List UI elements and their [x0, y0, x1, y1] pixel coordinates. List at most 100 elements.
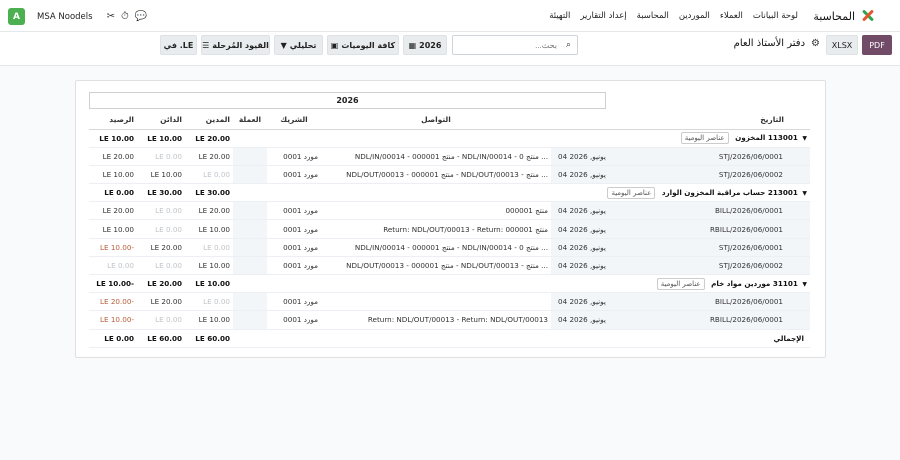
menu-customers[interactable]: العملاء — [720, 11, 743, 21]
line-ref: STJ/2026/06/0002 — [718, 169, 783, 179]
caret-down-icon[interactable]: ▼ — [802, 190, 807, 197]
analytic-filter-button[interactable]: ▼ تحليلي — [274, 35, 323, 55]
menu-dashboard[interactable]: لوحة البيانات — [753, 11, 798, 21]
group-label: ▼ 113001 المخزون عناصر اليومية — [321, 129, 810, 148]
line-date: 04 يونيو, 2026 — [558, 206, 606, 216]
book-icon: ▣ — [330, 40, 339, 50]
line-ref-date[interactable]: 04 يونيو, 2026 RBILL/2026/06/0001 — [551, 219, 810, 239]
line-ref-date[interactable]: 04 يونيو, 2026 STJ/2026/06/0001 — [551, 147, 810, 166]
line-debit: LE 0.00 — [185, 165, 233, 185]
menu-reporting[interactable]: إعداد التقارير — [580, 11, 626, 21]
user-avatar[interactable]: A — [8, 8, 25, 25]
table-header-row: الرصيد الدائن المدين العملة الشريك التوا… — [89, 111, 810, 130]
account-group-row[interactable]: LE 0.00 LE 30.00 LE 30.00 ▼ 213001 حساب … — [89, 183, 810, 203]
pdf-export-button[interactable]: PDF — [862, 35, 892, 55]
line-credit: LE 10.00 — [137, 165, 185, 185]
table-row[interactable]: LE 10.00 LE 0.00 LE 10.00 مورد 0001 Retu… — [89, 219, 810, 239]
table-row[interactable]: LE 10.00- LE 0.00 LE 10.00 مورد 0001 Ret… — [89, 310, 810, 330]
line-ref: STJ/2026/06/0002 — [718, 260, 783, 270]
line-ref: BILL/2026/06/0001 — [714, 206, 783, 216]
search-input[interactable] — [453, 36, 577, 54]
line-date: 04 يونيو, 2026 — [558, 315, 606, 325]
line-communication: NDL/OUT/00013 - منتج 000001 - NDL/OUT/00… — [321, 256, 551, 276]
line-date: 04 يونيو, 2026 — [558, 151, 606, 161]
total-credit: LE 60.00 — [137, 329, 185, 348]
journal-items-tag[interactable]: عناصر اليومية — [656, 277, 705, 290]
date-filter-label: 2026 — [419, 40, 442, 50]
period-header: 2026 — [89, 92, 606, 109]
group-account: 213001 حساب مراقبة المخزون الوارد — [661, 187, 798, 197]
account-group-row[interactable]: LE 10.00 LE 10.00 LE 20.00 ▼ 113001 المخ… — [89, 129, 810, 148]
journals-filter-button[interactable]: ▣ كافة اليوميات — [327, 35, 399, 55]
debug-tools-icon[interactable]: ✂ — [107, 11, 115, 22]
table-row[interactable]: LE 10.00- LE 20.00 LE 0.00 مورد 0001 NDL… — [89, 238, 810, 257]
table-row[interactable]: LE 20.00- LE 20.00 LE 0.00 مورد 0001 04 … — [89, 292, 810, 312]
activity-clock-icon[interactable]: ⏱ — [121, 11, 129, 22]
col-credit[interactable]: الدائن — [137, 111, 185, 130]
line-currency — [233, 256, 267, 276]
line-partner: مورد 0001 — [267, 147, 321, 166]
search-icon[interactable]: ⌕ — [566, 40, 571, 50]
search-box: ⌕ — [452, 35, 578, 55]
chat-messages-icon[interactable]: 💬 — [135, 11, 147, 22]
xlsx-export-button[interactable]: XLSX — [826, 35, 858, 55]
line-credit: LE 0.00 — [137, 256, 185, 276]
line-balance: LE 10.00 — [89, 165, 137, 185]
col-balance[interactable]: الرصيد — [89, 111, 137, 130]
group-account: 113001 المخزون — [735, 133, 798, 143]
date-filter-button[interactable]: ▦ 2026 — [403, 35, 447, 55]
menu-configuration[interactable]: التهيئة — [549, 11, 570, 21]
line-currency — [233, 310, 267, 330]
line-partner: مورد 0001 — [267, 219, 321, 239]
table-row[interactable]: LE 20.00 LE 0.00 LE 20.00 مورد 0001 منتج… — [89, 201, 810, 221]
col-currency[interactable]: العملة — [233, 111, 267, 130]
table-row[interactable]: LE 10.00 LE 10.00 LE 0.00 مورد 0001 NDL/… — [89, 165, 810, 185]
line-ref-date[interactable]: 04 يونيو, 2026 STJ/2026/06/0002 — [551, 165, 810, 185]
table-row[interactable]: LE 20.00 LE 0.00 LE 20.00 مورد 0001 NDL/… — [89, 147, 810, 166]
line-debit: LE 20.00 — [185, 201, 233, 221]
calendar-icon: ▦ — [408, 40, 417, 50]
line-partner: مورد 0001 — [267, 201, 321, 221]
line-ref-date[interactable]: 04 يونيو, 2026 STJ/2026/06/0001 — [551, 238, 810, 257]
col-date[interactable]: التاريخ — [551, 111, 810, 130]
line-credit: LE 0.00 — [137, 310, 185, 330]
line-ref-date[interactable]: 04 يونيو, 2026 STJ/2026/06/0002 — [551, 256, 810, 276]
group-currency — [233, 183, 267, 203]
menu-vendors[interactable]: الموردين — [679, 11, 710, 21]
line-credit: LE 0.00 — [137, 201, 185, 221]
group-credit: LE 10.00 — [137, 129, 185, 148]
line-ref-date[interactable]: 04 يونيو, 2026 RBILL/2026/06/0001 — [551, 310, 810, 330]
account-group-row[interactable]: LE 10.00- LE 20.00 LE 10.00 ▼ 31101 مورد… — [89, 274, 810, 294]
line-communication — [321, 292, 551, 312]
line-date: 04 يونيو, 2026 — [558, 260, 606, 270]
line-communication: NDL/OUT/00013 - منتج 000001 - NDL/OUT/00… — [321, 165, 551, 185]
line-communication: Return: NDL/OUT/00013 - Return: منتج 000… — [321, 219, 551, 239]
line-partner: مورد 0001 — [267, 292, 321, 312]
posted-entries-filter-button[interactable]: ☰ القيود المُرحلة — [201, 35, 270, 55]
line-ref-date[interactable]: 04 يونيو, 2026 BILL/2026/06/0001 — [551, 201, 810, 221]
line-date: 04 يونيو, 2026 — [558, 242, 606, 252]
line-balance: LE 10.00- — [89, 310, 137, 330]
journal-items-tag[interactable]: عناصر اليومية — [680, 132, 729, 145]
group-credit: LE 20.00 — [137, 274, 185, 294]
line-debit: LE 0.00 — [185, 292, 233, 312]
line-credit: LE 0.00 — [137, 219, 185, 239]
main-menu: لوحة البيانات العملاء الموردين المحاسبة … — [549, 11, 798, 21]
currency-filter-button[interactable]: في .LE — [160, 35, 197, 55]
caret-down-icon[interactable]: ▼ — [802, 135, 807, 142]
app-brand[interactable]: المحاسبة — [813, 8, 876, 24]
caret-down-icon[interactable]: ▼ — [802, 281, 807, 288]
table-row[interactable]: LE 0.00 LE 0.00 LE 10.00 مورد 0001 NDL/O… — [89, 256, 810, 276]
company-switcher[interactable]: MSA Noodels — [37, 12, 93, 22]
line-ref-date[interactable]: 04 يونيو, 2026 BILL/2026/06/0001 — [551, 292, 810, 312]
systray: A MSA Noodels ✂ ⏱ 💬 — [8, 8, 147, 25]
journal-items-tag[interactable]: عناصر اليومية — [607, 186, 656, 199]
col-debit[interactable]: المدين — [185, 111, 233, 130]
page-title: دفتر الأستاذ العام — [733, 38, 806, 49]
col-partner[interactable]: الشريك — [267, 111, 321, 130]
menu-accounting[interactable]: المحاسبة — [637, 11, 669, 21]
col-communication[interactable]: التواصل — [321, 111, 551, 130]
line-partner: مورد 0001 — [267, 165, 321, 185]
settings-gear-icon[interactable]: ⚙ — [811, 38, 820, 49]
total-debit: LE 60.00 — [185, 329, 233, 348]
